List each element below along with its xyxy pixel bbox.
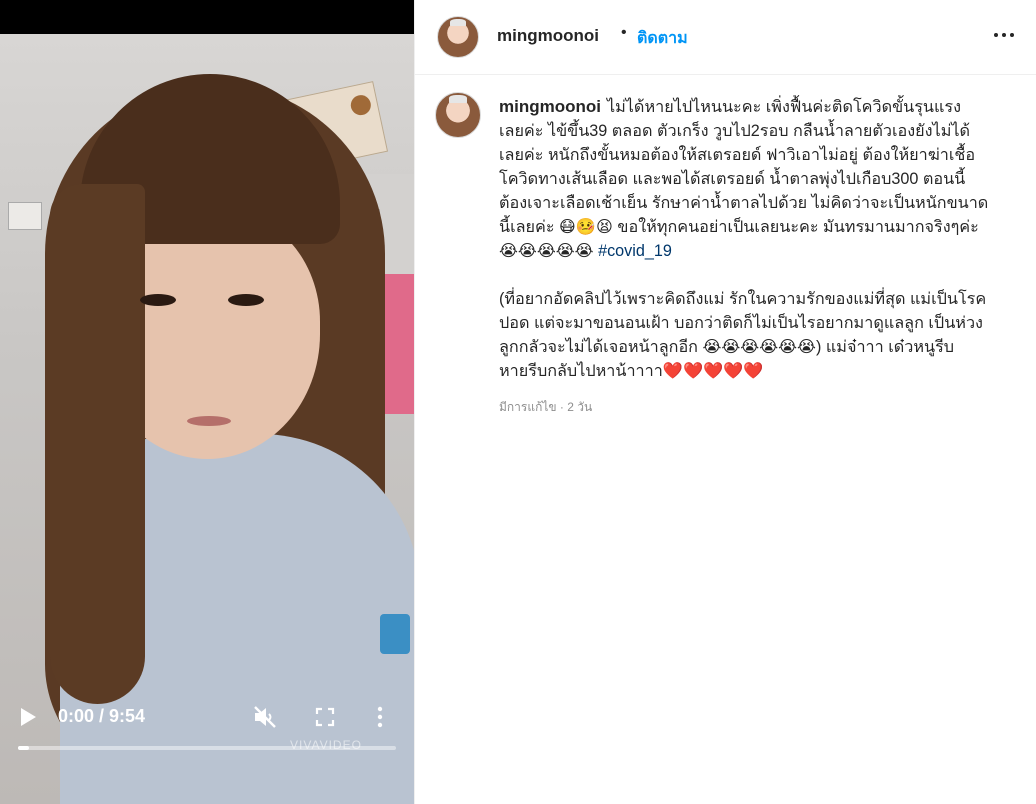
post-video[interactable]: VIVAVIDEO 0:00 / 9:54: [0, 0, 414, 804]
caption-line: 😭😭😭😭😭 #covid_19: [499, 239, 1019, 263]
header-separator: •: [621, 24, 627, 41]
video-frame: [0, 34, 414, 804]
edited-timestamp: มีการแก้ไข · 2 วัน: [499, 400, 593, 414]
fullscreen-icon[interactable]: [314, 706, 336, 728]
caption-line: นี้เลยค่ะ 😷🤒😫 ขอให้ทุกคนอย่าเป็นเลยนะคะ …: [499, 218, 979, 236]
caption-avatar[interactable]: [435, 92, 481, 138]
post-body: mingmoonoi ไม่ได้หายไปไหนนะคะ เพิ่งฟื้นค่…: [414, 75, 1036, 804]
caption-line: หายรีบกลับไปหาน้าาาา❤️❤️❤️❤️❤️: [499, 362, 764, 380]
caption-line: mingmoonoi ไม่ได้หายไปไหนนะคะ เพิ่งฟื้นค่…: [499, 95, 1019, 119]
mouth: [187, 416, 231, 426]
caption-line: ต้องเจาะเลือดเช้าเย็น รักษาค่าน้ำตาลไปด้…: [499, 194, 989, 212]
follow-button[interactable]: ติดตาม: [637, 26, 688, 51]
gown-logo: [380, 614, 410, 654]
caption-line: เลยค่ะ หนักถึงขั้นหมอต้องให้สเตรอยด์ ฟาว…: [499, 146, 976, 164]
more-options-icon[interactable]: [993, 28, 1015, 42]
play-icon[interactable]: [18, 706, 38, 728]
more-options-vertical-icon[interactable]: [374, 704, 386, 730]
hashtag-link[interactable]: #covid_19: [598, 242, 672, 260]
muted-speaker-icon[interactable]: [252, 704, 278, 730]
right-eye: [228, 294, 264, 306]
caption-line: ลูกกลัวจะไม่ได้เจอหน้าลูกอีก 😭😭😭😭😭😭) แม่…: [499, 338, 955, 356]
hair-side: [50, 184, 145, 704]
left-eye: [140, 294, 176, 306]
caption-line: โควิดทางเส้นเลือด และพอได้สเตรอยด์ น้ำตา…: [499, 170, 966, 188]
video-progress-fill: [18, 746, 30, 750]
wall-switch: [8, 202, 42, 230]
caption-line: เลยค่ะ ไข้ขึ้น39 ตลอด ตัวเกร็ง วูบไป2รอบ…: [499, 122, 971, 140]
caption-text: ไม่ได้หายไปไหนนะคะ เพิ่งฟื้นค่ะติดโควิดข…: [606, 98, 961, 116]
caption-line: ปอด แต่จะมาขอนอนเฝ้า บอกว่าติดก็ไม่เป็นไ…: [499, 314, 983, 332]
video-time: 0:00 / 9:54: [58, 706, 146, 726]
video-progress-bar[interactable]: [18, 746, 396, 750]
caption-emoji: 😭😭😭😭😭: [499, 242, 594, 260]
caption-username[interactable]: mingmoonoi: [499, 97, 601, 116]
post-header: mingmoonoi • ติดตาม: [414, 0, 1036, 75]
caption-line: (ที่อยากอัดคลิปไว้เพราะคิดถึงแม่ รักในคว…: [499, 290, 987, 308]
avatar[interactable]: [437, 16, 479, 58]
header-username[interactable]: mingmoonoi: [497, 26, 599, 46]
caption: mingmoonoi ไม่ได้หายไปไหนนะคะ เพิ่งฟื้นค่…: [499, 95, 1019, 383]
video-controls: 0:00 / 9:54: [0, 690, 414, 760]
